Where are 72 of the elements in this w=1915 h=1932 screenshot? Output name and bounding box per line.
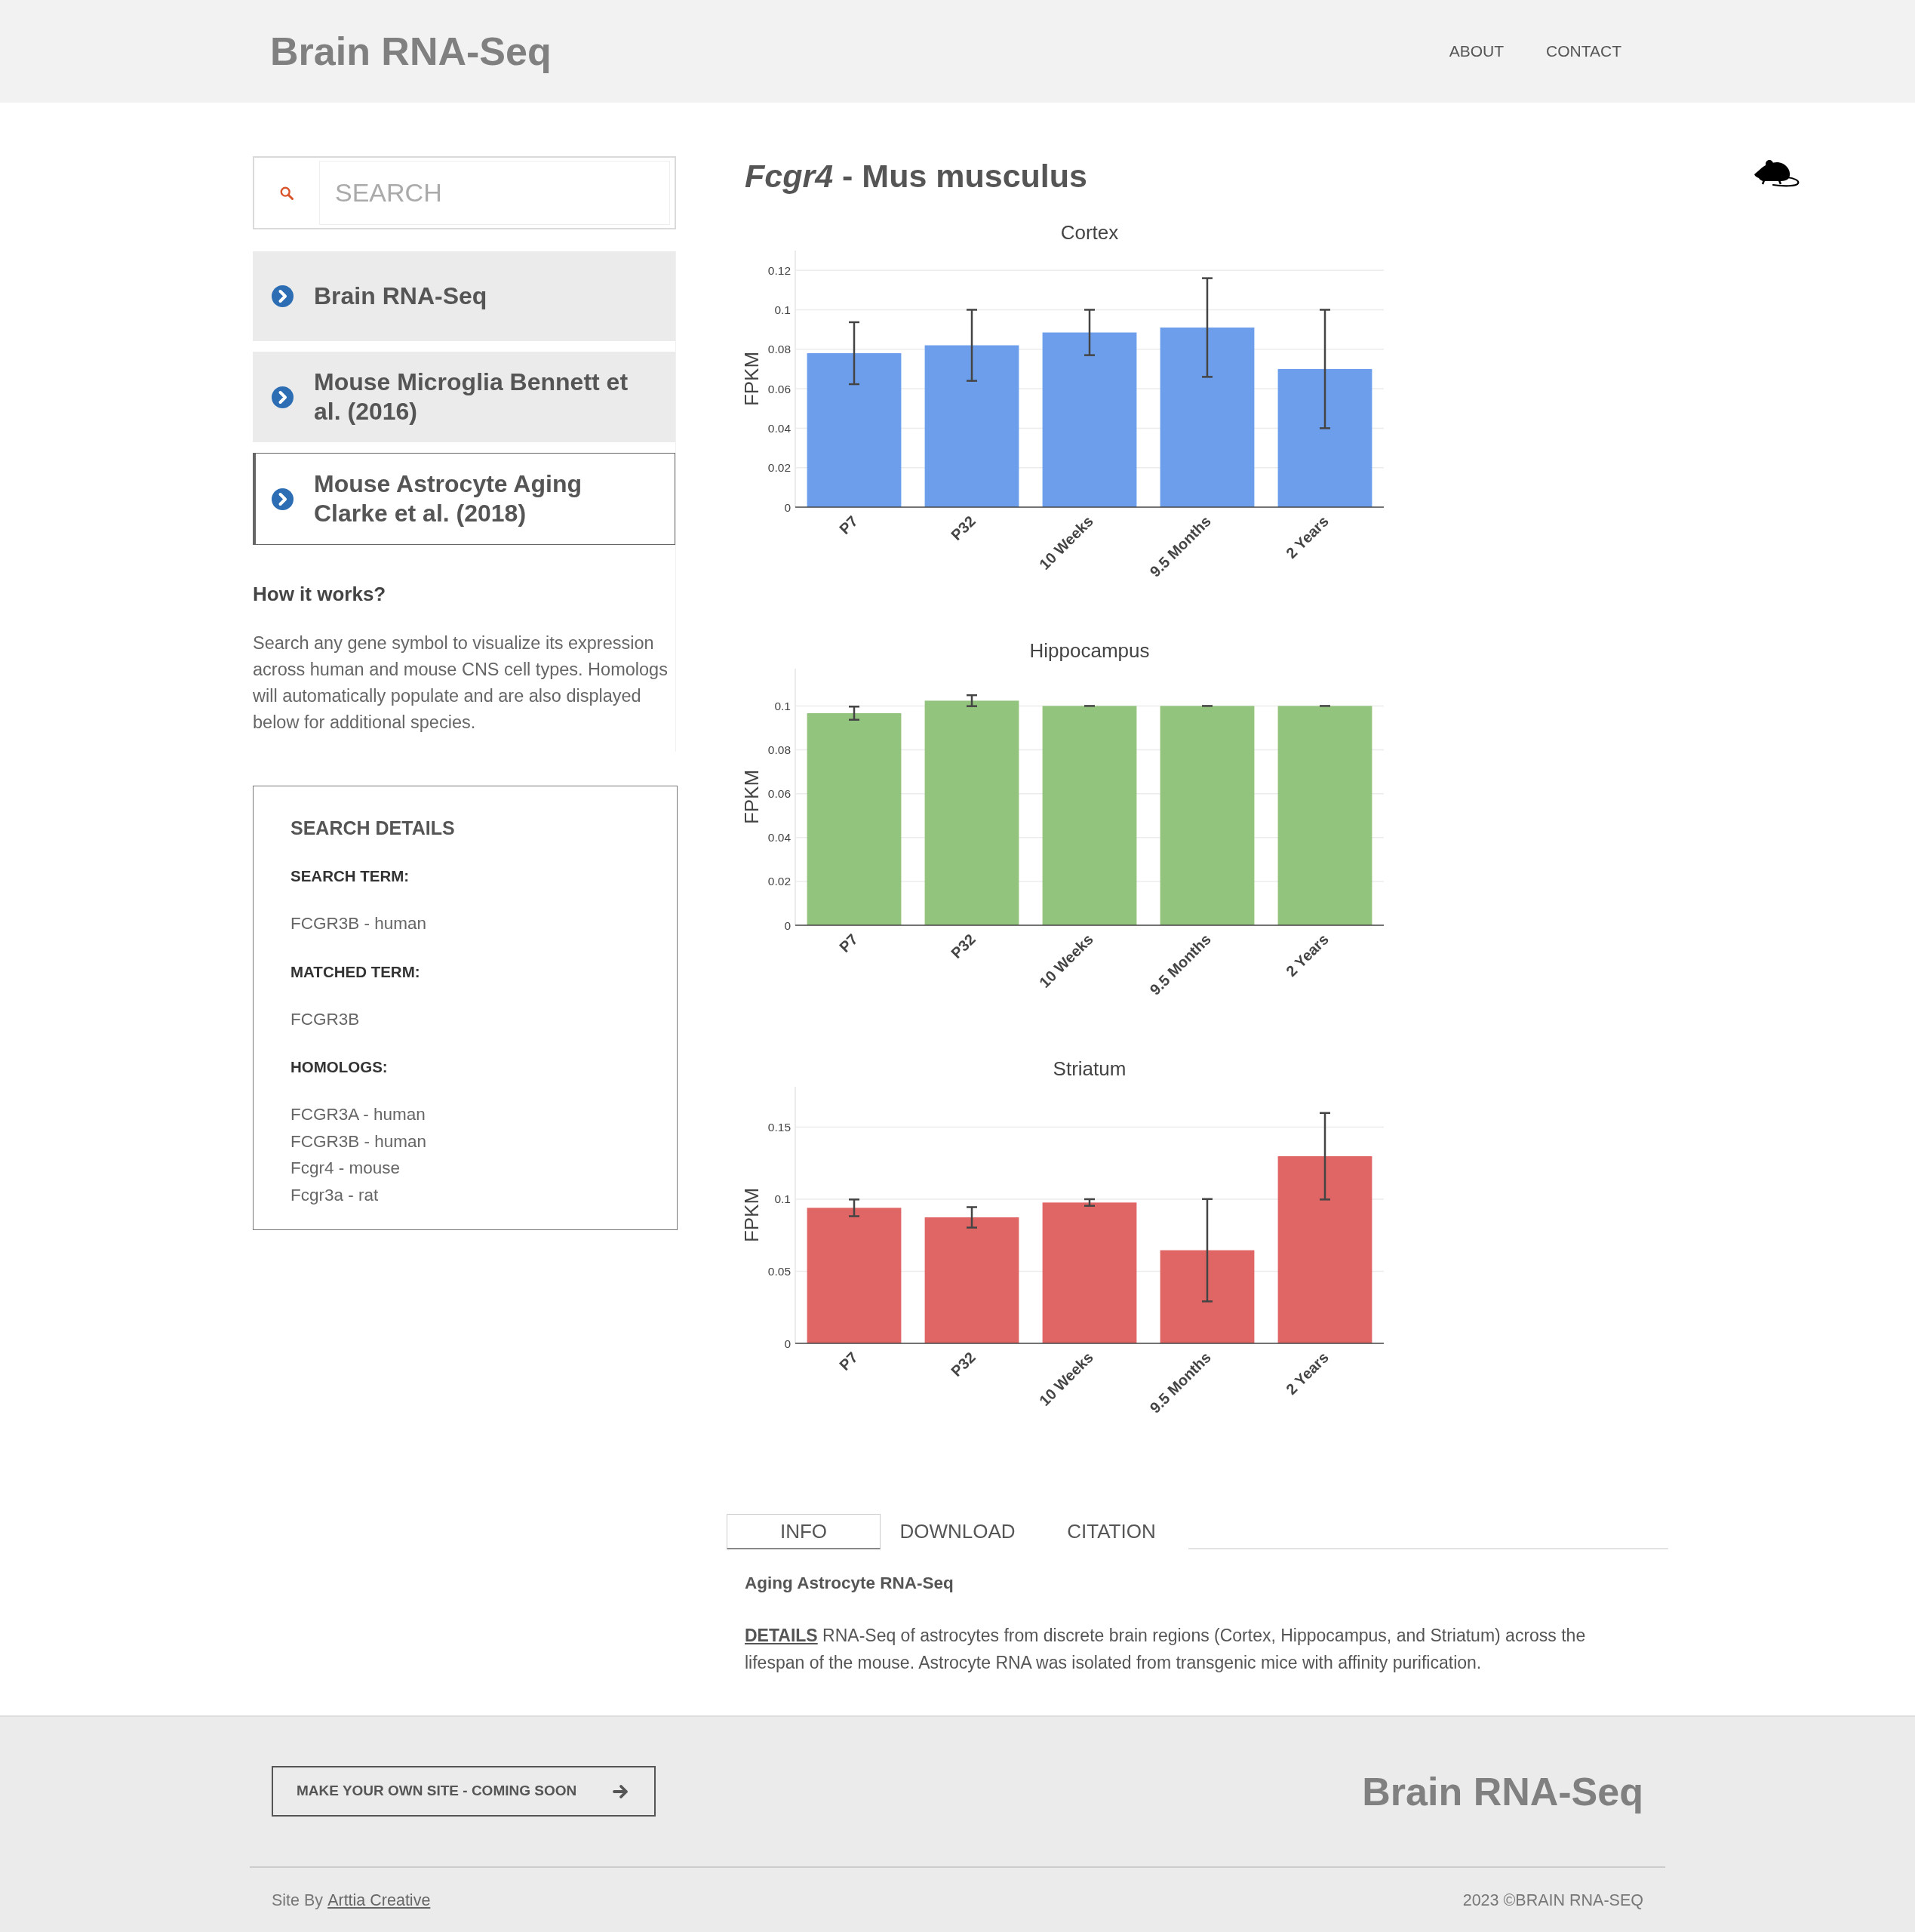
coming-soon-button[interactable]: MAKE YOUR OWN SITE - COMING SOON — [272, 1766, 656, 1817]
field-value: FCGR3B - human — [290, 1131, 428, 1152]
help-heading: How it works? — [253, 583, 387, 606]
y-tick-label: 0.05 — [767, 1265, 791, 1278]
search-icon — [280, 186, 294, 200]
arrow-right-icon — [613, 1783, 629, 1799]
footer-logo: Brain RNA-Seq — [1362, 1768, 1643, 1814]
error-bar — [1084, 1198, 1095, 1208]
field-value: FCGR3A - human — [290, 1104, 426, 1125]
chevron-right-icon — [272, 386, 294, 408]
nav-link[interactable]: CONTACT — [1525, 40, 1643, 63]
credit-link[interactable]: Arttia Creative — [327, 1891, 431, 1909]
field-label: HOMOLOGS: — [290, 1057, 389, 1077]
y-tick-label: 0 — [784, 500, 791, 514]
y-tick-label: 0.1 — [774, 699, 791, 712]
chart-title: Striatum — [1053, 1057, 1127, 1080]
y-axis-label: FPKM — [740, 1187, 763, 1243]
chart-title: Cortex — [1060, 221, 1119, 244]
copyright-text: 2023 ©BRAIN RNA-SEQ — [1462, 1890, 1643, 1911]
y-tick-label: 0 — [784, 1337, 791, 1350]
chevron-right-icon — [272, 285, 294, 307]
y-tick-label: 0.15 — [767, 1121, 791, 1134]
info-heading: Aging Astrocyte RNA-Seq — [745, 1573, 954, 1594]
dataset-link[interactable]: Mouse Astrocyte Aging Clarke et al. (2018) — [253, 453, 675, 545]
gene-title: Fcgr4 - Mus musculus — [745, 157, 1087, 195]
y-axis-label: FPKM — [740, 769, 763, 825]
y-tick-label: 0.04 — [767, 421, 791, 435]
y-tick-label: 0.06 — [767, 787, 791, 801]
error-bar — [967, 694, 977, 707]
x-tick-label: P32 — [948, 931, 979, 961]
help-text: Search any gene symbol to visualize its expression across human and mouse CNS cell types. Homologs will automatically populate and are also displayed below for additional species. — [253, 632, 669, 734]
error-bar — [849, 1198, 859, 1217]
x-tick-label: P32 — [948, 512, 979, 543]
dataset-link[interactable]: Brain RNA-Seq — [253, 251, 675, 341]
y-tick-label: 0.08 — [767, 343, 791, 356]
y-tick-label: 0.12 — [767, 263, 791, 277]
y-tick-label: 0.1 — [774, 303, 791, 316]
error-bar — [1084, 309, 1095, 356]
details-heading: SEARCH DETAILS — [290, 817, 456, 840]
dataset-link[interactable]: Mouse Microglia Bennett et al. (2016) — [253, 352, 675, 442]
x-tick-label: P32 — [948, 1349, 979, 1380]
nav-link[interactable]: ABOUT — [1428, 40, 1526, 63]
y-tick-label: 0.02 — [767, 461, 791, 475]
field-label: MATCHED TERM: — [290, 961, 421, 982]
error-bar — [1084, 705, 1095, 707]
y-tick-label: 0 — [784, 918, 791, 932]
y-tick-label: 0.1 — [774, 1192, 791, 1206]
y-tick-label: 0.04 — [767, 831, 791, 844]
error-bar — [1320, 705, 1330, 707]
error-bar — [967, 1206, 977, 1229]
y-tick-label: 0.02 — [767, 875, 791, 888]
x-tick-label: P7 — [835, 512, 861, 538]
y-tick-label: 0.08 — [767, 743, 791, 756]
y-tick-label: 0.06 — [767, 382, 791, 395]
x-tick-label: P7 — [835, 931, 861, 956]
error-bar — [849, 706, 859, 721]
error-bar — [1202, 705, 1213, 707]
site-logo[interactable]: Brain RNA-Seq — [270, 29, 552, 74]
field-value: FCGR3B - human — [290, 913, 428, 934]
info-text: DETAILS RNA-Seq of astrocytes from discrete brain regions (Cortex, Hippocampus, and Striatum) across the lifespan of the mouse. Astrocyte RNA was isolated from transgenic mice with affinity purification. — [745, 1625, 1587, 1674]
y-axis-label: FPKM — [740, 351, 763, 407]
field-label: SEARCH TERM: — [290, 866, 410, 886]
chart-title: Hippocampus — [1029, 639, 1150, 662]
mouse-icon — [1754, 158, 1800, 188]
chevron-right-icon — [272, 488, 294, 510]
credit-text: Site By — [272, 1891, 324, 1909]
x-tick-label: P7 — [835, 1349, 861, 1374]
field-value: FCGR3B — [290, 1008, 361, 1030]
search-field[interactable]: SEARCH — [319, 161, 670, 225]
field-value: Fcgr4 - mouse — [290, 1158, 401, 1179]
tab[interactable]: INFO — [727, 1514, 881, 1549]
field-value: Fcgr3a - rat — [290, 1184, 380, 1206]
